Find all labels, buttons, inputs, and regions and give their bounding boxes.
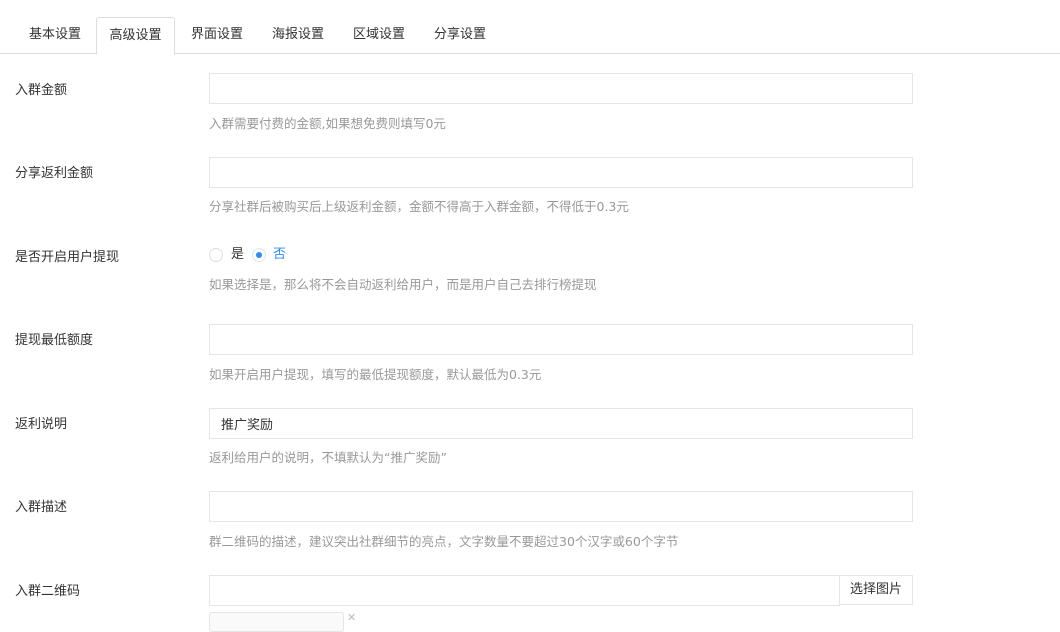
tab-bar: 基本设置 高级设置 界面设置 海报设置 区域设置 分享设置 xyxy=(0,0,1060,55)
min-withdraw-label: 提现最低额度 xyxy=(15,333,94,348)
tab-region-settings[interactable]: 区域设置 xyxy=(339,17,419,54)
radio-yes[interactable] xyxy=(209,248,223,262)
enable-withdraw-help: 如果选择是，那么将不会自动返利给用户，而是用户自己去排行榜提现 xyxy=(209,277,597,292)
join-desc-label: 入群描述 xyxy=(15,500,68,515)
tab-poster-settings[interactable]: 海报设置 xyxy=(258,17,338,54)
tab-basic-settings[interactable]: 基本设置 xyxy=(15,17,95,54)
join-qrcode-label: 入群二维码 xyxy=(15,584,81,599)
min-withdraw-help: 如果开启用户提现，填写的最低提现额度，默认最低为0.3元 xyxy=(209,367,542,382)
join-amount-label: 入群金额 xyxy=(15,83,68,98)
enable-withdraw-label: 是否开启用户提现 xyxy=(15,250,120,265)
tab-advanced-settings[interactable]: 高级设置 xyxy=(96,17,175,55)
join-amount-input[interactable] xyxy=(209,73,913,104)
tab-interface-settings[interactable]: 界面设置 xyxy=(177,17,257,54)
rebate-note-label: 返利说明 xyxy=(15,417,68,432)
rebate-note-help: 返利给用户的说明，不填默认为“推广奖励” xyxy=(209,450,447,465)
radio-no-label[interactable]: 否 xyxy=(273,247,286,263)
select-image-button[interactable]: 选择图片 xyxy=(839,575,913,605)
close-icon[interactable]: ✕ xyxy=(347,611,356,624)
min-withdraw-input[interactable] xyxy=(209,324,913,355)
join-amount-help: 入群需要付费的金额,如果想免费则填写0元 xyxy=(209,116,446,131)
join-desc-input[interactable] xyxy=(209,491,913,522)
radio-yes-label[interactable]: 是 xyxy=(231,247,244,263)
tab-share-settings[interactable]: 分享设置 xyxy=(420,17,500,54)
qrcode-thumbnail xyxy=(209,612,344,632)
rebate-note-input[interactable] xyxy=(209,408,913,439)
join-qrcode-input[interactable] xyxy=(209,575,840,606)
share-rebate-label: 分享返利金额 xyxy=(15,166,94,181)
share-rebate-input[interactable] xyxy=(209,157,913,188)
share-rebate-help: 分享社群后被购买后上级返利金额，金额不得高于入群金额，不得低于0.3元 xyxy=(209,199,629,214)
join-desc-help: 群二维码的描述，建议突出社群细节的亮点，文字数量不要超过30个汉字或60个字节 xyxy=(209,534,679,549)
radio-no[interactable] xyxy=(252,248,266,262)
